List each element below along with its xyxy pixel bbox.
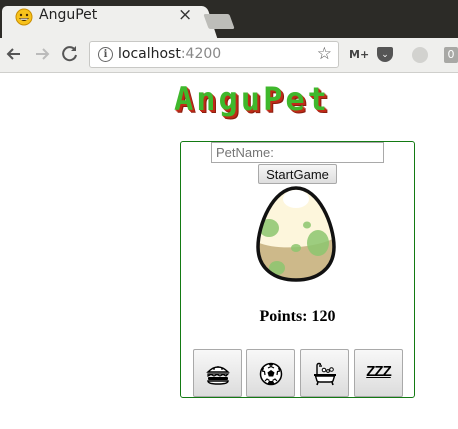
sleep-button-label: ZZZ [366, 363, 392, 380]
pet-name-input[interactable] [211, 142, 384, 163]
play-button[interactable] [246, 349, 295, 397]
feed-button[interactable] [193, 349, 242, 397]
back-arrow-icon[interactable] [3, 43, 25, 65]
app-logo: AnguPet [174, 80, 330, 118]
burger-icon [206, 366, 230, 385]
reload-icon[interactable] [59, 43, 81, 65]
new-tab-button[interactable] [203, 14, 235, 29]
tab-close-button[interactable]: × [178, 5, 192, 25]
bathtub-icon [314, 362, 336, 386]
bookmark-star-icon[interactable]: ☆ [317, 44, 332, 64]
browser-tab-strip: AnguPet × [0, 0, 458, 38]
extension-leaf-icon[interactable] [412, 47, 428, 63]
forward-arrow-icon[interactable] [31, 43, 53, 65]
soccer-ball-icon [259, 362, 283, 386]
pocket-icon[interactable]: ⌄ [377, 47, 393, 62]
clean-button[interactable] [300, 349, 349, 397]
url-text[interactable]: localhost:4200 [118, 46, 221, 62]
tab-title: AnguPet [39, 7, 98, 23]
pet-egg-image [256, 186, 336, 282]
points-display: Points: 120 [259, 308, 336, 325]
browser-toolbar: i localhost:4200 ☆ M+ ⌄ 0 [0, 38, 458, 73]
info-icon[interactable]: i [98, 47, 113, 62]
start-game-button[interactable]: StartGame [258, 164, 337, 184]
address-bar[interactable]: i localhost:4200 ☆ [89, 41, 339, 68]
grinning-face-favicon-icon [15, 8, 33, 26]
extension-mplus-icon[interactable]: M+ [349, 47, 369, 63]
sleep-button[interactable]: ZZZ [354, 349, 403, 397]
extension-badge-icon[interactable]: 0 [444, 47, 458, 63]
